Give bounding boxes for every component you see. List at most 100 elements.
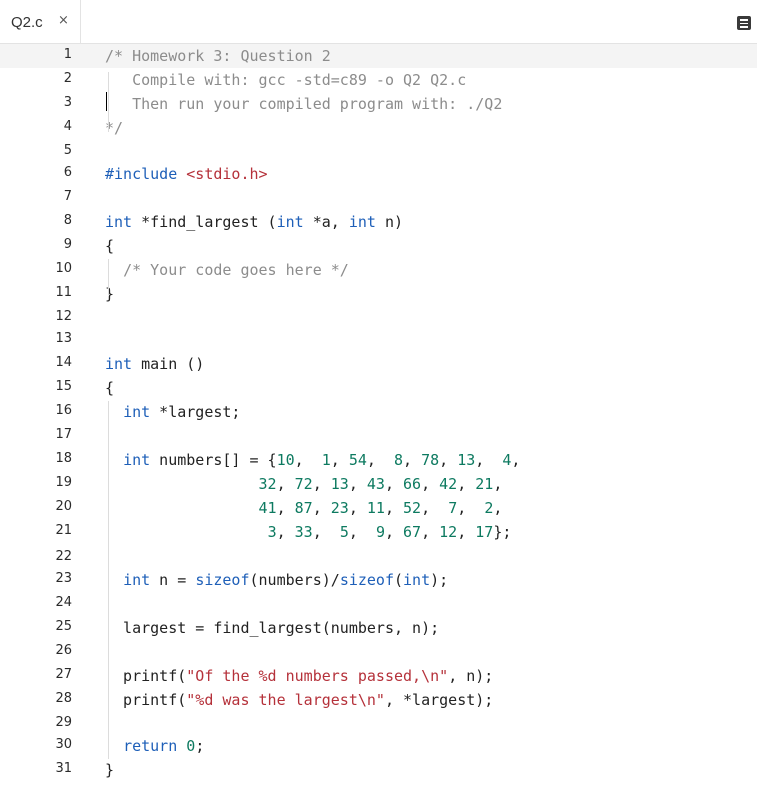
code-token: 72 [294, 475, 313, 493]
code-line[interactable]: 19 32, 72, 13, 43, 66, 42, 21, [0, 472, 757, 496]
code-line[interactable]: 20 41, 87, 23, 11, 52, 7, 2, [0, 496, 757, 520]
close-icon[interactable]: × [58, 13, 69, 28]
code-line[interactable]: 7 [0, 186, 757, 210]
code-line[interactable]: 16 int *largest; [0, 400, 757, 424]
code-token: Compile with: gcc -std=c89 -o Q2 Q2.c [105, 71, 467, 89]
code-token: int [403, 571, 431, 589]
code-token: , [475, 451, 503, 469]
code-token: , [384, 523, 404, 541]
code-text: { [105, 236, 114, 256]
code-token: 23 [330, 499, 349, 517]
code-text: int numbers[] = {10, 1, 54, 8, 78, 13, 4… [105, 450, 520, 470]
code-token: , [403, 451, 422, 469]
code-token: , [511, 451, 521, 469]
code-line[interactable]: 2 Compile with: gcc -std=c89 -o Q2 Q2.c [0, 68, 757, 92]
code-line[interactable]: 13 [0, 328, 757, 352]
code-line[interactable]: 25 largest = find_largest(numbers, n); [0, 616, 757, 640]
code-line[interactable]: 28 printf("%d was the largest\n", *large… [0, 688, 757, 712]
code-token: n = [150, 571, 196, 589]
code-line[interactable]: 24 [0, 592, 757, 616]
code-line[interactable]: 14 int main () [0, 352, 757, 376]
line-number: 22 [55, 549, 72, 564]
code-token: 7 [448, 499, 458, 517]
line-number: 27 [55, 667, 72, 682]
code-line[interactable]: 21 3, 33, 5, 9, 67, 12, 17}; [0, 520, 757, 544]
line-number: 16 [55, 403, 72, 418]
code-text: /* Homework 3: Question 2 [105, 46, 331, 66]
line-number: 23 [55, 571, 72, 586]
code-line[interactable]: 30 return 0; [0, 734, 757, 758]
code-token: sizeof [339, 571, 394, 589]
code-token: 67 [403, 523, 422, 541]
line-number: 25 [55, 619, 72, 634]
code-token: , [493, 499, 503, 517]
code-text: int main () [105, 354, 204, 374]
indent-guide [108, 259, 109, 295]
code-token: 32 [258, 475, 277, 493]
tab-bar: Q2.c × [0, 0, 757, 44]
code-text: Then run your compiled program with: ./Q… [105, 94, 502, 114]
code-token: , [294, 451, 322, 469]
code-text: largest = find_largest(numbers, n); [105, 618, 439, 638]
code-token: largest = find_largest(numbers, n); [105, 619, 440, 637]
code-line[interactable]: 22 [0, 546, 757, 570]
code-token: int [123, 451, 151, 469]
code-token: , [493, 475, 503, 493]
code-line[interactable]: 1 /* Homework 3: Question 2 [0, 44, 757, 68]
tab-q2-c[interactable]: Q2.c × [0, 0, 81, 43]
code-token: 13 [330, 475, 349, 493]
code-text: int n = sizeof(numbers)/sizeof(int); [105, 570, 448, 590]
line-number: 14 [55, 355, 72, 370]
hamburger-menu-icon[interactable] [737, 16, 751, 30]
code-token: /* Your code goes here */ [123, 261, 349, 279]
code-line[interactable]: 23 int n = sizeof(numbers)/sizeof(int); [0, 568, 757, 592]
code-token: "%d was the largest\n" [186, 691, 385, 709]
code-text: int *find_largest (int *a, int n) [105, 212, 403, 232]
code-line[interactable]: 12 [0, 306, 757, 330]
code-token: , [330, 451, 349, 469]
code-token: (numbers)/ [249, 571, 340, 589]
code-text: } [105, 284, 114, 304]
code-line[interactable]: 4 */ [0, 116, 757, 140]
code-token: 78 [421, 451, 440, 469]
code-token: 21 [475, 475, 494, 493]
code-token: 13 [457, 451, 476, 469]
code-line[interactable]: 11} [0, 282, 757, 306]
code-line[interactable]: 9{ [0, 234, 757, 258]
code-token: 2 [484, 499, 494, 517]
code-text: return 0; [105, 736, 204, 756]
code-line[interactable]: 29 [0, 712, 757, 736]
code-token: , [348, 475, 367, 493]
code-line[interactable]: 10 /* Your code goes here */ [0, 258, 757, 282]
code-line[interactable]: 15 { [0, 376, 757, 400]
line-number: 7 [63, 189, 72, 204]
line-number: 12 [55, 309, 72, 324]
code-line[interactable]: 8 int *find_largest (int *a, int n) [0, 210, 757, 234]
code-line[interactable]: 17 [0, 424, 757, 448]
code-line[interactable]: 5 [0, 140, 757, 164]
code-token: <stdio.h> [186, 165, 268, 183]
code-line[interactable]: 18 int numbers[] = {10, 1, 54, 8, 78, 13… [0, 448, 757, 472]
line-number: 8 [63, 213, 72, 228]
code-token: int [105, 355, 133, 373]
code-token: , [421, 523, 440, 541]
code-token: } [105, 761, 115, 779]
code-token: 8 [394, 451, 404, 469]
code-token: printf( [105, 691, 187, 709]
code-line[interactable]: 31} [0, 758, 757, 782]
code-token: 33 [294, 523, 313, 541]
code-editor[interactable]: 31} 30 return 0; 29 28 printf("%d was the l… [0, 44, 757, 790]
line-number: 28 [55, 691, 72, 706]
code-token: 9 [375, 523, 385, 541]
code-line[interactable]: 6 #include <stdio.h> [0, 162, 757, 186]
code-line[interactable]: 3 Then run your compiled program with: .… [0, 92, 757, 116]
code-token: 42 [439, 475, 458, 493]
code-token: sizeof [195, 571, 250, 589]
code-line[interactable]: 27 printf("Of the %d numbers passed,\n",… [0, 664, 757, 688]
code-text: printf("Of the %d numbers passed,\n", n)… [105, 666, 493, 686]
code-token: ; [195, 737, 205, 755]
code-text: } [105, 760, 114, 780]
code-line[interactable]: 26 [0, 640, 757, 664]
line-number: 19 [55, 475, 72, 490]
